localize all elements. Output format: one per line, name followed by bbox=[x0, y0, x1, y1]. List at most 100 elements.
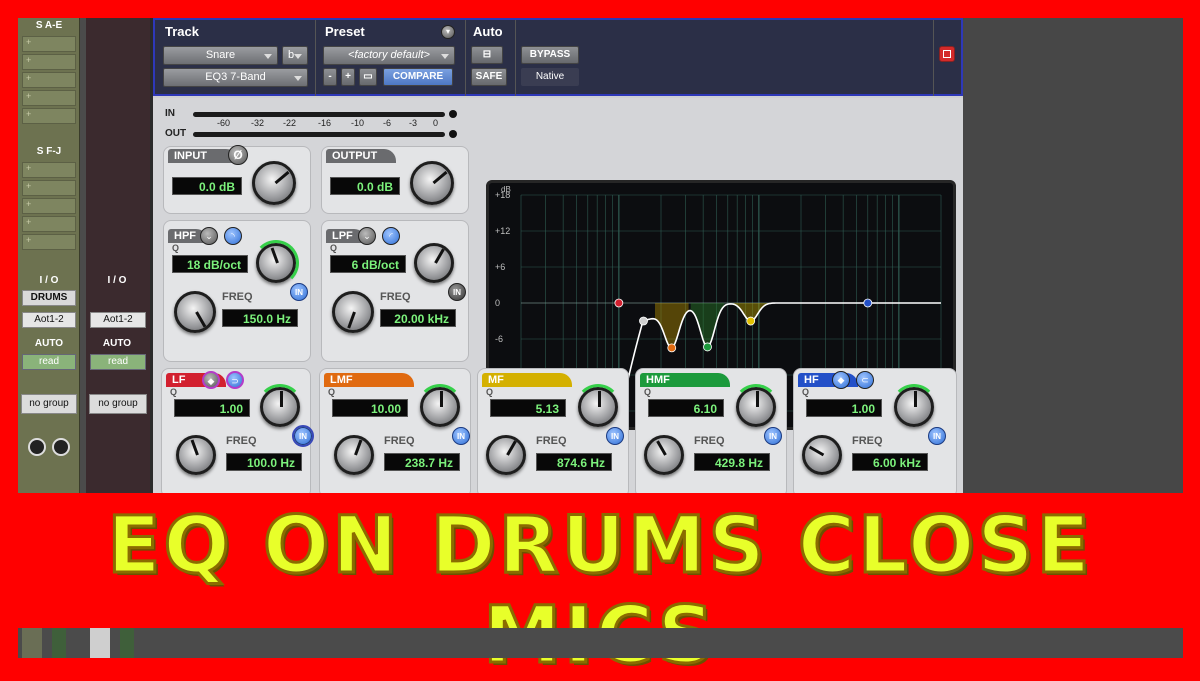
automation-window-icon[interactable]: ⊟ bbox=[471, 46, 503, 64]
hmf-band-section: HMF Q 6.10 FREQ 429.8 Hz IN bbox=[635, 368, 787, 498]
hpf-handle[interactable] bbox=[639, 316, 648, 326]
lmf-band-label: LMF bbox=[324, 373, 414, 387]
lmf-freq-knob[interactable] bbox=[334, 435, 374, 475]
channel-fader[interactable] bbox=[22, 628, 42, 658]
mf-band-handle[interactable] bbox=[746, 316, 756, 326]
send-slot-a[interactable] bbox=[22, 36, 76, 52]
graph-y-tick-label: -6 bbox=[495, 334, 503, 344]
pan-left-knob[interactable] bbox=[28, 438, 46, 456]
input-gain-display[interactable]: 0.0 dB bbox=[172, 177, 242, 195]
mf-freq-display[interactable]: 874.6 Hz bbox=[536, 453, 612, 471]
hmf-band-handle[interactable] bbox=[703, 342, 712, 352]
lf-band-handle[interactable] bbox=[614, 298, 624, 308]
group-selector[interactable]: no group bbox=[21, 394, 77, 414]
lf-shelf-shape-icon[interactable]: ◆ bbox=[202, 371, 220, 389]
lpf-q-label: Q bbox=[330, 243, 338, 253]
lpf-freq-knob[interactable] bbox=[332, 291, 374, 333]
send-slot-b[interactable] bbox=[22, 54, 76, 70]
channel-fader[interactable] bbox=[90, 628, 110, 658]
lpf-slope-shape-icon[interactable]: ◜ bbox=[382, 227, 400, 245]
hpf-notch-shape-icon[interactable]: ⌄ bbox=[200, 227, 218, 245]
settings-glyph bbox=[943, 50, 951, 58]
output-gain-knob[interactable] bbox=[410, 161, 454, 205]
lmf-band-handle[interactable] bbox=[667, 343, 677, 353]
hpf-slope-knob[interactable] bbox=[253, 240, 299, 286]
phase-invert-icon[interactable]: Ø bbox=[228, 145, 248, 165]
hmf-freq-knob[interactable] bbox=[644, 435, 684, 475]
send-slot-d[interactable] bbox=[22, 90, 76, 106]
hf-q-knob[interactable] bbox=[891, 384, 937, 427]
track-selector[interactable]: Snare bbox=[163, 46, 278, 65]
send-slot-j[interactable] bbox=[22, 234, 76, 250]
output-gain-display[interactable]: 0.0 dB bbox=[330, 177, 400, 195]
graph-y-tick-label: +6 bbox=[495, 262, 505, 272]
lf-q-display[interactable]: 1.00 bbox=[174, 399, 250, 417]
mf-freq-knob[interactable] bbox=[486, 435, 526, 475]
preset-menu-icon[interactable]: ▾ bbox=[441, 25, 455, 39]
hf-band-handle[interactable] bbox=[863, 298, 873, 308]
track-channel-selector[interactable]: b bbox=[282, 46, 308, 65]
output-selector[interactable]: Aot1-2 bbox=[22, 312, 76, 328]
hf-freq-label: FREQ bbox=[852, 435, 883, 447]
lpf-slope-display[interactable]: 6 dB/oct bbox=[330, 255, 406, 273]
send-slot-f[interactable] bbox=[22, 162, 76, 178]
lpf-freq-display[interactable]: 20.00 kHz bbox=[380, 309, 456, 327]
hf-enable-button[interactable]: IN bbox=[928, 427, 946, 445]
pan-right-knob[interactable] bbox=[52, 438, 70, 456]
lpf-slope-knob[interactable] bbox=[414, 243, 454, 283]
lmf-freq-display[interactable]: 238.7 Hz bbox=[384, 453, 460, 471]
lpf-notch-shape-icon[interactable]: ⌄ bbox=[358, 227, 376, 245]
send-slot-e[interactable] bbox=[22, 108, 76, 124]
hmf-q-knob[interactable] bbox=[733, 384, 779, 427]
plugin-selector[interactable]: EQ3 7-Band bbox=[163, 68, 308, 87]
hpf-slope-display[interactable]: 18 dB/oct bbox=[172, 255, 248, 273]
title-banner: EQ ON DRUMS CLOSE MICS bbox=[0, 493, 1200, 681]
hpf-enable-button[interactable]: IN bbox=[290, 283, 308, 301]
plugin-settings-icon[interactable] bbox=[939, 46, 955, 62]
hf-freq-display[interactable]: 6.00 kHz bbox=[852, 453, 928, 471]
lf-enable-button[interactable]: IN bbox=[292, 425, 314, 447]
send-slot-c[interactable] bbox=[22, 72, 76, 88]
lf-q-knob[interactable] bbox=[257, 384, 303, 427]
output-meter bbox=[193, 132, 445, 137]
hmf-enable-button[interactable]: IN bbox=[764, 427, 782, 445]
lf-peak-shape-icon[interactable]: ⊃ bbox=[226, 371, 244, 389]
mf-q-knob[interactable] bbox=[575, 384, 621, 427]
lf-freq-knob[interactable] bbox=[176, 435, 216, 475]
input-gain-knob[interactable] bbox=[252, 161, 296, 205]
input-selector[interactable]: DRUMS bbox=[22, 290, 76, 306]
hf-peak-shape-icon[interactable]: ⊂ bbox=[856, 371, 874, 389]
input-clip-led[interactable] bbox=[449, 110, 457, 118]
bypass-button[interactable]: BYPASS bbox=[521, 46, 579, 64]
lf-freq-display[interactable]: 100.0 Hz bbox=[226, 453, 302, 471]
lmf-q-display[interactable]: 10.00 bbox=[332, 399, 408, 417]
send-slot-g[interactable] bbox=[22, 180, 76, 196]
meter-scale-tick: -6 bbox=[383, 118, 392, 128]
hmf-q-display[interactable]: 6.10 bbox=[648, 399, 724, 417]
hpf-slope-shape-icon[interactable]: ◝ bbox=[224, 227, 242, 245]
send-slot-h[interactable] bbox=[22, 198, 76, 214]
safe-button[interactable]: SAFE bbox=[471, 68, 507, 86]
lmf-enable-button[interactable]: IN bbox=[452, 427, 470, 445]
preset-selector[interactable]: <factory default> bbox=[323, 46, 455, 65]
automation-mode-selector[interactable]: read bbox=[22, 354, 76, 370]
copy-settings-icon[interactable]: ▭ bbox=[359, 68, 377, 86]
hpf-freq-display[interactable]: 150.0 Hz bbox=[222, 309, 298, 327]
mf-q-display[interactable]: 5.13 bbox=[490, 399, 566, 417]
group-selector[interactable]: no group bbox=[89, 394, 147, 414]
preset-minus-button[interactable]: - bbox=[323, 68, 337, 86]
output-clip-led[interactable] bbox=[449, 130, 457, 138]
compare-button[interactable]: COMPARE bbox=[383, 68, 453, 86]
send-slot-i[interactable] bbox=[22, 216, 76, 232]
output-selector[interactable]: Aot1-2 bbox=[90, 312, 146, 328]
automation-mode-selector[interactable]: read bbox=[90, 354, 146, 370]
lpf-enable-button[interactable]: IN bbox=[448, 283, 466, 301]
mf-enable-button[interactable]: IN bbox=[606, 427, 624, 445]
lmf-q-knob[interactable] bbox=[417, 384, 463, 427]
preset-plus-button[interactable]: + bbox=[341, 68, 355, 86]
hf-freq-knob[interactable] bbox=[802, 435, 842, 475]
hf-shelf-shape-icon[interactable]: ◆ bbox=[832, 371, 850, 389]
hf-q-display[interactable]: 1.00 bbox=[806, 399, 882, 417]
hmf-freq-display[interactable]: 429.8 Hz bbox=[694, 453, 770, 471]
hpf-freq-knob[interactable] bbox=[174, 291, 216, 333]
